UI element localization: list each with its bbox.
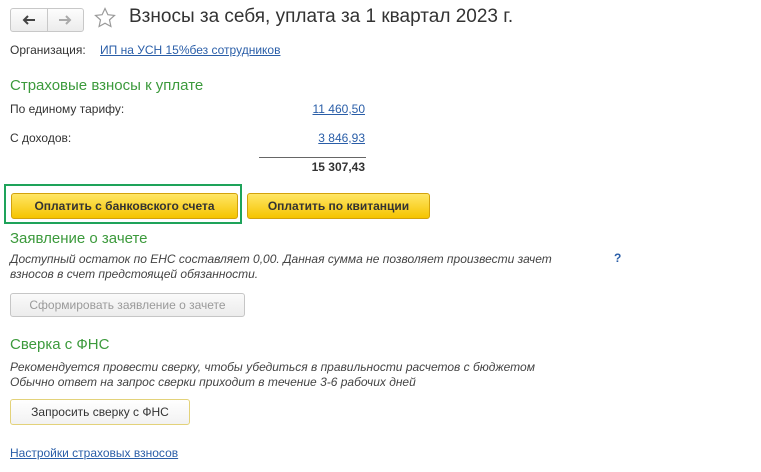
single-tariff-value[interactable]: 11 460,50: [258, 102, 366, 116]
page-title: Взносы за себя, уплата за 1 квартал 2023…: [129, 6, 514, 27]
sum-divider: [259, 157, 366, 158]
reconciliation-note-line2: Обычно ответ на запрос сверки приходит в…: [10, 375, 416, 389]
arrow-right-icon: [59, 15, 72, 25]
settings-link[interactable]: Настройки страховых взносов: [10, 446, 178, 460]
offset-note-line1: Доступный остаток по ЕНС составляет 0,00…: [10, 252, 552, 266]
reconciliation-note-line1: Рекомендуется провести сверку, чтобы убе…: [10, 360, 535, 374]
reconciliation-heading: Сверка с ФНС: [10, 336, 110, 353]
back-button[interactable]: [11, 9, 47, 31]
income-label: С доходов:: [10, 131, 72, 145]
favorite-star-icon[interactable]: [93, 6, 117, 33]
arrow-left-icon: [22, 15, 35, 25]
help-icon[interactable]: ?: [614, 251, 621, 265]
pay-from-bank-button[interactable]: Оплатить с банковского счета: [11, 193, 238, 219]
navigation-buttons: [10, 8, 84, 32]
forward-button[interactable]: [46, 9, 84, 31]
total-amount: 15 307,43: [311, 160, 365, 174]
income-value[interactable]: 3 846,93: [258, 131, 365, 145]
organization-label: Организация:: [10, 43, 86, 57]
request-reconciliation-button[interactable]: Запросить сверку с ФНС: [10, 399, 190, 425]
organization-link[interactable]: ИП на УСН 15%без сотрудников: [100, 43, 280, 57]
contributions-heading: Страховые взносы к уплате: [10, 77, 204, 94]
single-tariff-label: По единому тарифу:: [10, 102, 125, 116]
pay-by-receipt-button[interactable]: Оплатить по квитанции: [247, 193, 430, 219]
generate-offset-button[interactable]: Сформировать заявление о зачете: [10, 293, 245, 317]
offset-heading: Заявление о зачете: [10, 230, 148, 247]
offset-note-line2: взносов в счет предстоящей обязанности.: [10, 267, 259, 281]
